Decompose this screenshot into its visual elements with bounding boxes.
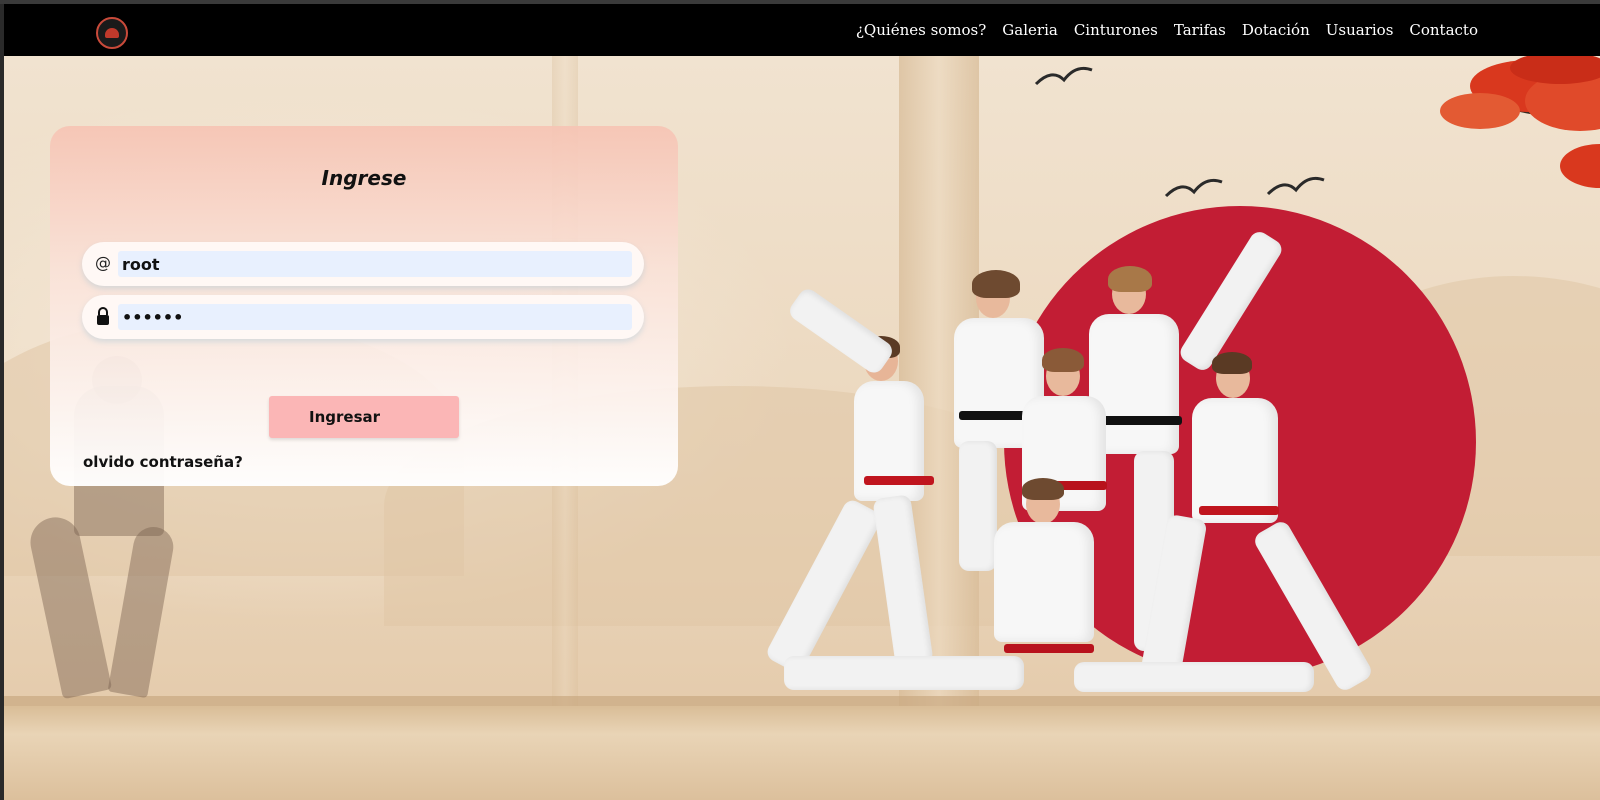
login-card: Ingrese @ Ingresar olvido contraseña? bbox=[50, 126, 678, 486]
nav-link-galeria[interactable]: Galeria bbox=[1002, 21, 1058, 39]
page: ¿Quiénes somos? Galeria Cinturones Tarif… bbox=[4, 4, 1600, 800]
bird-icon bbox=[1266, 176, 1325, 196]
nav-link-tarifas[interactable]: Tarifas bbox=[1174, 21, 1226, 39]
at-icon: @ bbox=[95, 253, 111, 272]
password-input[interactable] bbox=[118, 304, 632, 330]
dojo-floor bbox=[4, 706, 1600, 800]
username-field: @ bbox=[82, 242, 644, 286]
nav-link-contacto[interactable]: Contacto bbox=[1409, 21, 1478, 39]
navbar: ¿Quiénes somos? Galeria Cinturones Tarif… bbox=[4, 4, 1600, 56]
nav-links: ¿Quiénes somos? Galeria Cinturones Tarif… bbox=[856, 4, 1478, 56]
nav-link-quienes-somos[interactable]: ¿Quiénes somos? bbox=[856, 21, 986, 39]
bird-icon bbox=[1034, 66, 1093, 86]
logo-emblem bbox=[105, 28, 119, 38]
nav-link-usuarios[interactable]: Usuarios bbox=[1326, 21, 1394, 39]
forgot-password-link[interactable]: olvido contraseña? bbox=[83, 453, 243, 471]
username-input[interactable] bbox=[118, 251, 632, 277]
ingresar-button[interactable]: Ingresar bbox=[269, 396, 459, 438]
login-title: Ingrese bbox=[321, 166, 407, 190]
dojo-logo-icon[interactable] bbox=[96, 17, 128, 49]
lock-icon bbox=[97, 307, 109, 325]
password-field bbox=[82, 295, 644, 339]
bird-icon bbox=[1164, 178, 1223, 198]
cherry-tree-icon bbox=[1440, 56, 1600, 188]
nav-link-dotacion[interactable]: Dotación bbox=[1242, 21, 1310, 39]
nav-link-cinturones[interactable]: Cinturones bbox=[1074, 21, 1158, 39]
